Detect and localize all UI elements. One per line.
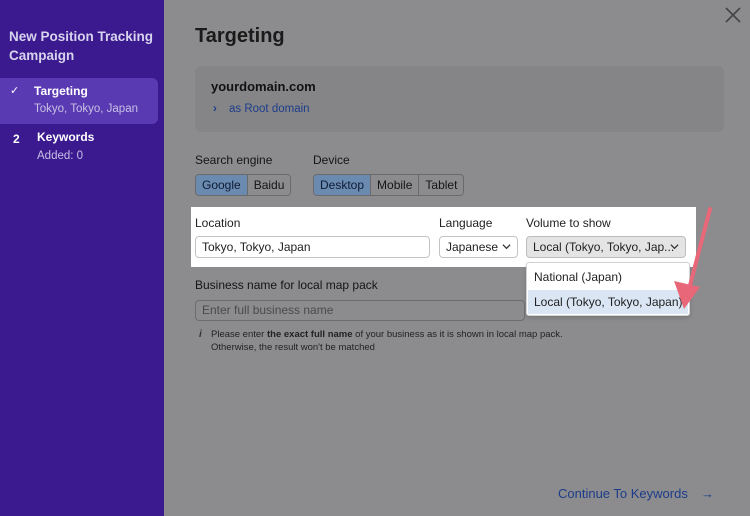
domain-box: yourdomain.com › as Root domain bbox=[195, 66, 724, 132]
step-subtitle: Tokyo, Tokyo, Japan bbox=[34, 103, 138, 115]
search-engine-toggle: Google Baidu bbox=[195, 174, 292, 196]
domain-name: yourdomain.com bbox=[211, 79, 316, 94]
check-icon: ✓ bbox=[10, 85, 20, 97]
location-panel: Location Tokyo, Tokyo, Japan Language Ja… bbox=[191, 207, 696, 267]
language-label: Language bbox=[439, 216, 493, 230]
domain-type-link[interactable]: as Root domain bbox=[229, 103, 310, 115]
hint-bold: the exact full name bbox=[266, 329, 353, 340]
sidebar-title: New Position Tracking Campaign bbox=[9, 29, 154, 63]
device-toggle: Desktop Mobile Tablet bbox=[313, 174, 465, 196]
step-title: Targeting bbox=[34, 84, 88, 98]
search-engine-google[interactable]: Google bbox=[196, 175, 248, 195]
close-icon[interactable] bbox=[722, 4, 744, 26]
chevron-down-icon bbox=[502, 244, 511, 250]
language-value: Japanese bbox=[446, 240, 499, 254]
volume-label: Volume to show bbox=[526, 216, 611, 230]
arrow-right-icon[interactable]: → bbox=[701, 486, 714, 501]
annotation-arrow-icon bbox=[674, 207, 712, 309]
step-targeting[interactable]: ✓ Targeting Tokyo, Tokyo, Japan bbox=[0, 78, 158, 124]
language-select[interactable]: Japanese bbox=[439, 236, 518, 258]
device-desktop[interactable]: Desktop bbox=[314, 175, 372, 195]
business-name-input[interactable]: Enter full business name bbox=[195, 300, 525, 321]
device-label: Device bbox=[313, 153, 350, 167]
volume-value: Local (Tokyo, Tokyo, Jap... bbox=[533, 240, 675, 254]
step-number: 2 bbox=[13, 132, 20, 146]
step-subtitle: Added: 0 bbox=[37, 150, 84, 162]
step-keywords[interactable]: 2 Keywords Added: 0 bbox=[0, 124, 158, 170]
location-input[interactable]: Tokyo, Tokyo, Japan bbox=[195, 236, 430, 258]
business-name-hint: Please enter the exact full name of your… bbox=[211, 328, 591, 354]
search-engine-baidu[interactable]: Baidu bbox=[247, 175, 291, 195]
chevron-right-icon[interactable]: › bbox=[213, 103, 217, 115]
sidebar: New Position Tracking Campaign ✓ Targeti… bbox=[0, 0, 164, 516]
step-title: Keywords bbox=[37, 130, 95, 144]
device-tablet[interactable]: Tablet bbox=[419, 175, 464, 195]
search-engine-label: Search engine bbox=[195, 153, 273, 167]
hint-text: Please enter bbox=[211, 329, 267, 340]
location-label: Location bbox=[195, 216, 241, 230]
business-name-label: Business name for local map pack bbox=[195, 278, 378, 292]
device-mobile[interactable]: Mobile bbox=[371, 175, 420, 195]
page-title: Targeting bbox=[195, 25, 285, 47]
info-icon: i bbox=[199, 329, 202, 340]
continue-button[interactable]: Continue To Keywords bbox=[558, 486, 688, 501]
